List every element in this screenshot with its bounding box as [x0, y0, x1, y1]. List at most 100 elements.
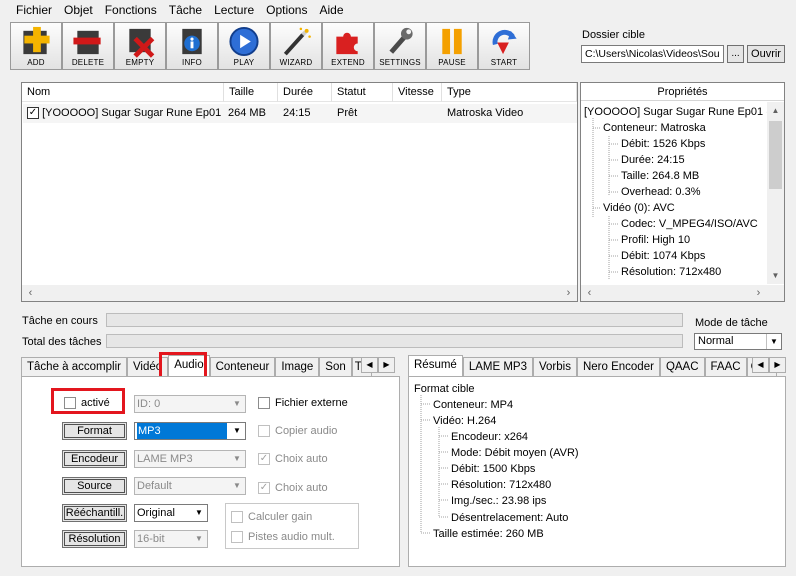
menu-objet[interactable]: Objet: [58, 0, 99, 20]
audio-id-value: ID: 0: [137, 398, 161, 410]
col-header-name[interactable]: Nom: [22, 83, 224, 102]
settings-label: SETTINGS: [379, 58, 421, 67]
format-select[interactable]: MP3 ▼: [134, 422, 246, 440]
scroll-left-icon[interactable]: ‹: [22, 285, 39, 302]
menu-fichier[interactable]: Fichier: [10, 0, 58, 20]
menu-aide[interactable]: Aide: [313, 0, 349, 20]
prop-root[interactable]: [YOOOOO] Sugar Sugar Rune Ep01 (7: [584, 104, 776, 120]
chevron-down-icon[interactable]: ▼: [191, 505, 207, 521]
copy-audio-checkbox[interactable]: Copier audio: [258, 425, 337, 437]
prop-container-overhead: Overhead: 0.3%: [621, 186, 701, 198]
menu-fonctions[interactable]: Fonctions: [99, 0, 163, 20]
tab-lame[interactable]: LAME MP3: [462, 357, 533, 376]
resample-value: Original: [137, 507, 175, 519]
prop-video[interactable]: Vidéo (0): AVC: [603, 200, 675, 216]
target-folder-label: Dossier cible: [582, 29, 645, 41]
pause-button[interactable]: PAUSE: [426, 22, 478, 70]
chevron-down-icon[interactable]: ▼: [191, 531, 207, 547]
multi-tracks-checkbox[interactable]: Pistes audio mult.: [231, 531, 335, 543]
compute-gain-box[interactable]: [231, 511, 243, 523]
tab-scroll-right-icon[interactable]: ▶: [378, 357, 395, 373]
col-header-duration[interactable]: Durée: [278, 83, 332, 102]
start-button[interactable]: START: [478, 22, 530, 70]
properties-panel[interactable]: Propriétés [YOOOOO] Sugar Sugar Rune Ep0…: [580, 82, 785, 302]
auto-choice-1-box[interactable]: ✓: [258, 453, 270, 465]
chevron-down-icon[interactable]: ▼: [229, 396, 245, 412]
tab-vorbis[interactable]: Vorbis: [533, 357, 577, 376]
copy-audio-box[interactable]: [258, 425, 270, 437]
external-file-checkbox[interactable]: Fichier externe: [258, 397, 348, 409]
tab-task[interactable]: Tâche à accomplir: [21, 357, 127, 376]
info-icon: [182, 28, 202, 55]
properties-vscrollbar[interactable]: ▲ ▼: [767, 102, 784, 284]
target-folder-input[interactable]: C:\Users\Nicolas\Videos\Sou: [581, 45, 724, 63]
scroll-up-icon[interactable]: ▲: [769, 104, 782, 117]
tab-scroll-left-icon[interactable]: ◀: [361, 357, 378, 373]
file-list[interactable]: Nom Taille Durée Statut Vitesse Type ✓ […: [21, 82, 578, 302]
current-task-progress: [106, 313, 683, 327]
tab-scroll-left-icon[interactable]: ◀: [752, 357, 769, 373]
chevron-down-icon[interactable]: ▼: [229, 478, 245, 494]
open-button[interactable]: Ouvrir: [747, 45, 785, 63]
auto-choice-2-box[interactable]: ✓: [258, 482, 270, 494]
browse-button[interactable]: ...: [727, 45, 744, 63]
menu-options[interactable]: Options: [260, 0, 313, 20]
resample-select[interactable]: Original ▼: [134, 504, 208, 522]
scroll-thumb[interactable]: [769, 121, 782, 189]
source-select[interactable]: Default ▼: [134, 477, 246, 495]
tab-nero[interactable]: Nero Encoder: [576, 357, 660, 376]
empty-label: EMPTY: [125, 58, 155, 67]
col-header-type[interactable]: Type: [442, 83, 577, 102]
tab-faac[interactable]: FAAC: [704, 357, 747, 376]
empty-button[interactable]: EMPTY: [114, 22, 166, 70]
external-file-box[interactable]: [258, 397, 270, 409]
chevron-down-icon[interactable]: ▼: [229, 451, 245, 467]
tab-summary[interactable]: Résumé: [408, 355, 463, 376]
delete-label: DELETE: [71, 58, 105, 67]
source-value: Default: [137, 480, 172, 492]
task-mode-select[interactable]: Normal ▼: [694, 333, 782, 350]
auto-choice-2-checkbox[interactable]: ✓ Choix auto: [258, 482, 328, 494]
scroll-right-icon[interactable]: ›: [750, 285, 767, 302]
settings-button[interactable]: SETTINGS: [374, 22, 426, 70]
play-icon: [229, 26, 259, 57]
col-header-size[interactable]: Taille: [224, 83, 278, 102]
row-checkbox[interactable]: ✓: [27, 107, 39, 120]
encoder-select[interactable]: LAME MP3 ▼: [134, 450, 246, 468]
multi-tracks-box[interactable]: [231, 531, 243, 543]
chevron-down-icon[interactable]: ▼: [229, 423, 245, 439]
compute-gain-checkbox[interactable]: Calculer gain: [231, 511, 312, 523]
auto-choice-1-checkbox[interactable]: ✓ Choix auto: [258, 453, 328, 465]
properties-hscrollbar[interactable]: ‹ ›: [581, 284, 784, 301]
tab-scroll-right-icon[interactable]: ▶: [769, 357, 786, 373]
scroll-right-icon[interactable]: ›: [560, 285, 577, 302]
resample-button[interactable]: Rééchantill.: [62, 504, 127, 522]
format-button[interactable]: Format: [62, 422, 127, 440]
resolution-button[interactable]: Résolution: [62, 530, 127, 548]
file-list-hscrollbar[interactable]: ‹ ›: [22, 284, 577, 301]
col-header-speed[interactable]: Vitesse: [393, 83, 442, 102]
col-header-status[interactable]: Statut: [332, 83, 393, 102]
play-button[interactable]: PLAY: [218, 22, 270, 70]
info-button[interactable]: INFO: [166, 22, 218, 70]
wizard-button[interactable]: WIZARD: [270, 22, 322, 70]
delete-button[interactable]: DELETE: [62, 22, 114, 70]
resolution-select[interactable]: 16-bit ▼: [134, 530, 208, 548]
prop-video-codec: Codec: V_MPEG4/ISO/AVC: [621, 218, 758, 230]
scroll-down-icon[interactable]: ▼: [769, 269, 782, 282]
menu-lecture[interactable]: Lecture: [208, 0, 260, 20]
tab-container[interactable]: Conteneur: [209, 357, 276, 376]
tab-image[interactable]: Image: [275, 357, 320, 376]
row-duration: 24:15: [283, 107, 311, 119]
chevron-down-icon[interactable]: ▼: [766, 334, 781, 349]
scroll-left-icon[interactable]: ‹: [581, 285, 598, 302]
tab-qaac[interactable]: QAAC: [659, 357, 705, 376]
audio-id-select[interactable]: ID: 0 ▼: [134, 395, 246, 413]
extend-button[interactable]: EXTEND: [322, 22, 374, 70]
prop-container[interactable]: Conteneur: Matroska: [603, 120, 706, 136]
menu-tache[interactable]: Tâche: [163, 0, 208, 20]
add-button[interactable]: ADD: [10, 22, 62, 70]
source-button[interactable]: Source: [62, 477, 127, 495]
encoder-button[interactable]: Encodeur: [62, 450, 127, 468]
tab-sound[interactable]: Son: [319, 357, 352, 376]
